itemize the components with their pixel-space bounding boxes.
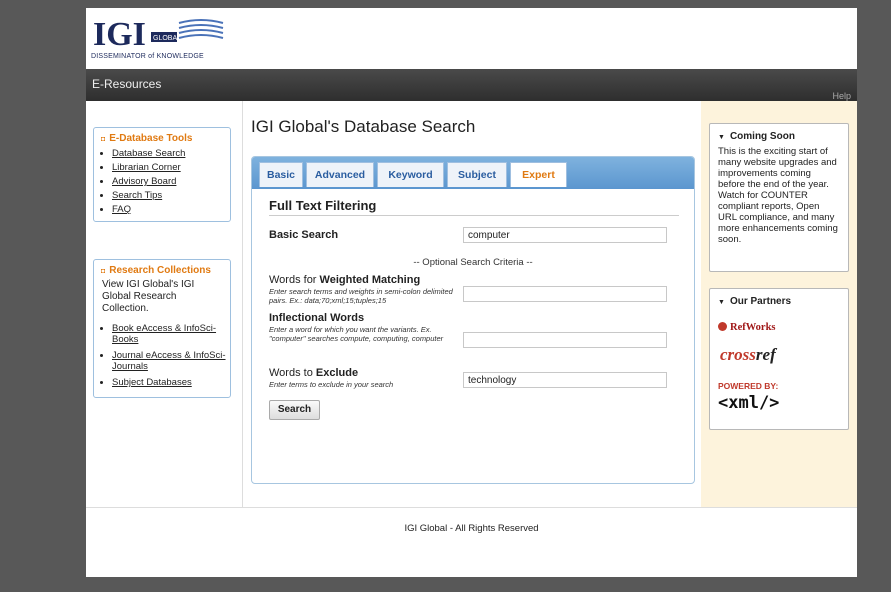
search-panel: Basic Advanced Keyword Subject Expert Fu… [251, 156, 695, 484]
top-bar: E-Resources Help [86, 69, 857, 101]
coming-soon-box: ▼ Coming Soon This is the exciting start … [709, 123, 849, 272]
tab-bar: Basic Advanced Keyword Subject Expert [252, 157, 694, 189]
logo-tagline: DISSEMINATOR of KNOWLEDGE [91, 53, 204, 60]
research-collections-box: ◘ Research Collections View IGI Global's … [93, 259, 231, 398]
right-sidebar: ▼ Coming Soon This is the exciting start … [701, 101, 857, 507]
basic-search-input[interactable]: computer [463, 227, 667, 243]
section-title: Full Text Filtering [269, 198, 377, 213]
page: IGI GLOBAL DISSEMINATOR of KNOWLEDGE E-R… [86, 8, 857, 577]
page-title: IGI Global's Database Search [251, 117, 476, 136]
sidebar-item-faq[interactable]: FAQ [112, 203, 230, 217]
sidebar-item-search-tips[interactable]: Search Tips [112, 189, 230, 203]
refworks-logo[interactable]: RefWorks [718, 322, 776, 333]
sidebar-item-advisory-board[interactable]: Advisory Board [112, 175, 230, 189]
exclude-words-input[interactable]: technology [463, 372, 667, 388]
logo-badge: GLOBAL [153, 35, 181, 42]
tab-basic[interactable]: Basic [259, 162, 303, 187]
e-database-tools-title: ◘ E-Database Tools [101, 133, 193, 144]
bullet-icon: ◘ [101, 136, 106, 143]
sidebar-item-librarian-corner[interactable]: Librarian Corner [112, 161, 230, 175]
footer-copyright: IGI Global - All Rights Reserved [404, 523, 539, 534]
e-database-tools-box: ◘E-Database Tools Database Search Librar… [93, 127, 231, 222]
our-partners-box: ▼ Our Partners RefWorks crossref POWERED … [709, 288, 849, 430]
optional-criteria-label: -- Optional Search Criteria -- [413, 257, 533, 268]
exclude-words-hint: Enter terms to exclude in your search [269, 380, 394, 389]
xml-logo[interactable]: <xml/> [718, 393, 779, 413]
center-content: IGI Global's Database Search Basic Advan… [242, 101, 702, 507]
inflectional-words-input[interactable] [463, 332, 667, 348]
bullet-icon: ◘ [101, 268, 106, 275]
weighted-matching-input[interactable] [463, 286, 667, 302]
help-link[interactable]: Help [832, 91, 851, 101]
research-collections-title: ◘ Research Collections [101, 265, 211, 276]
main-area: ◘E-Database Tools Database Search Librar… [86, 101, 857, 507]
exclude-words-label: Words to Exclude [269, 367, 359, 379]
refworks-icon [718, 322, 727, 331]
left-sidebar: ◘E-Database Tools Database Search Librar… [86, 101, 242, 507]
tab-advanced[interactable]: Advanced [306, 162, 374, 187]
inflectional-words-hint: Enter a word for which you want the vari… [269, 325, 444, 343]
topbar-title: E-Resources [92, 77, 162, 91]
tab-keyword[interactable]: Keyword [377, 162, 444, 187]
section-divider [269, 215, 679, 216]
inflectional-words-label: Inflectional Words [269, 312, 365, 324]
collection-subject-databases[interactable]: Subject Databases [112, 377, 230, 388]
sidebar-item-database-search[interactable]: Database Search [112, 147, 230, 161]
collection-journal-eaccess[interactable]: Journal eAccess & InfoSci-Journals [112, 350, 230, 372]
our-partners-title: ▼ Our Partners [718, 296, 792, 307]
coming-soon-text: This is the exciting start of many websi… [718, 146, 838, 245]
header: IGI GLOBAL DISSEMINATOR of KNOWLEDGE [86, 8, 857, 69]
footer: IGI Global - All Rights Reserved [86, 507, 857, 577]
weighted-matching-label: Words for Weighted Matching [269, 274, 421, 286]
tab-subject[interactable]: Subject [447, 162, 507, 187]
search-button[interactable]: Search [269, 400, 320, 420]
tab-expert[interactable]: Expert [510, 162, 567, 187]
powered-by-label: POWERED BY: [718, 381, 779, 391]
basic-search-label: Basic Search [269, 229, 339, 241]
coming-soon-title: ▼ Coming Soon [718, 131, 795, 142]
triangle-down-icon: ▼ [718, 299, 725, 306]
crossref-logo[interactable]: crossref [720, 345, 776, 365]
logo-text: IGI [93, 16, 146, 53]
triangle-down-icon: ▼ [718, 134, 725, 141]
weighted-matching-hint: Enter search terms and weights in semi-c… [269, 287, 453, 305]
research-collections-text: View IGI Global's IGI Global Research Co… [102, 279, 195, 314]
collection-book-eaccess[interactable]: Book eAccess & InfoSci-Books [112, 323, 230, 345]
